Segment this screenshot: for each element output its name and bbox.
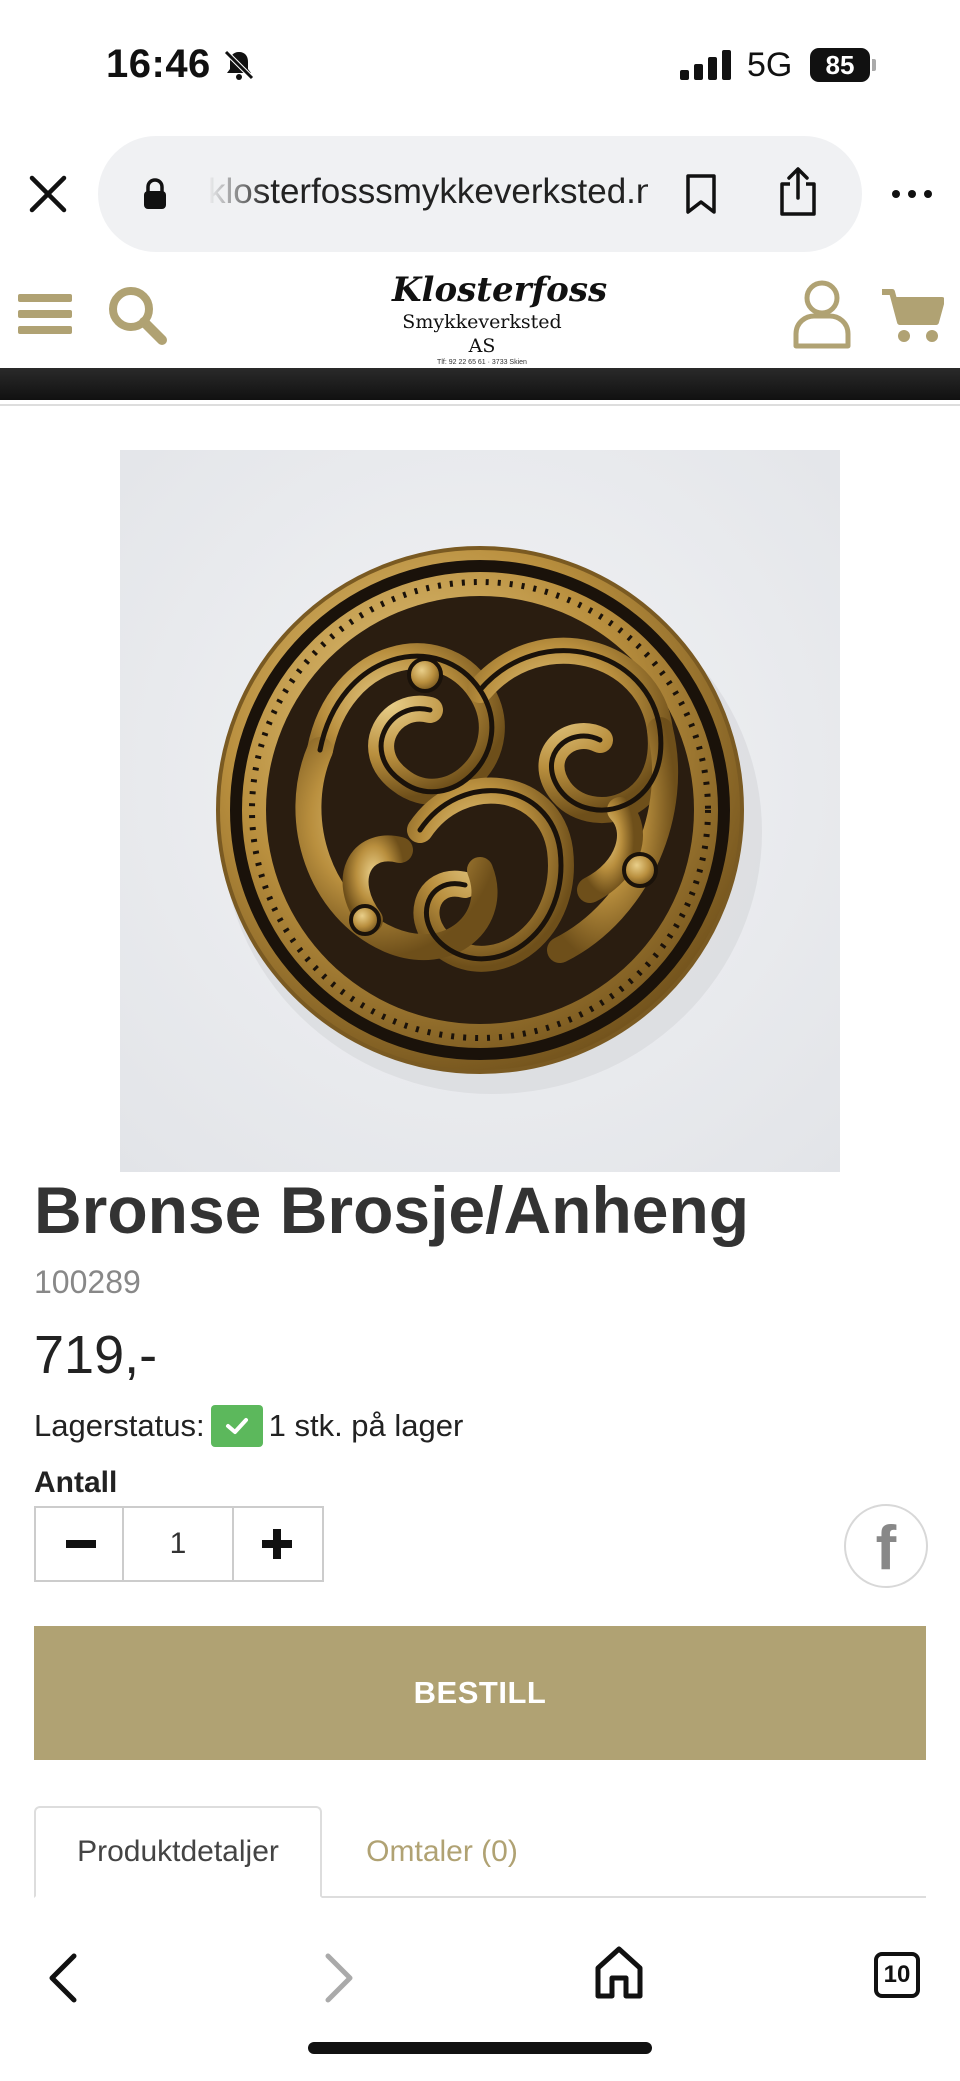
logo-contact-text: Tlf: 92 22 65 61 · 3733 Skien [437, 359, 527, 366]
order-button[interactable]: BESTILL [34, 1626, 926, 1760]
logo-sub-text: Smykkeverksted AS [402, 311, 562, 357]
stock-text: 1 stk. på lager [268, 1408, 464, 1443]
battery-tip [872, 59, 876, 71]
stock-status: Lagerstatus: 1 stk. på lager [34, 1404, 463, 1448]
url-text[interactable]: klosterfosssmykkeverksted.no [208, 172, 648, 212]
status-bar: 16:46 5G 85 [0, 0, 960, 130]
header-divider-line [0, 404, 960, 406]
check-icon [210, 1405, 263, 1447]
battery-icon: 85 [810, 48, 876, 82]
product-title: Bronse Brosje/Anheng [34, 1173, 750, 1247]
header-divider-band [0, 368, 960, 400]
more-options-icon[interactable] [890, 184, 934, 204]
quantity-increase-button[interactable] [234, 1508, 322, 1580]
bookmark-icon[interactable] [683, 172, 719, 216]
stock-label: Lagerstatus: [34, 1408, 205, 1443]
site-header: Klosterfoss Smykkeverksted AS Tlf: 92 22… [0, 262, 960, 366]
address-bar[interactable]: klosterfosssmykkeverksted.no [98, 136, 862, 252]
product-sku: 100289 [34, 1264, 141, 1300]
shopping-cart-icon[interactable] [882, 286, 944, 344]
tab-reviews[interactable]: Omtaler (0) [322, 1806, 562, 1898]
hamburger-menu-icon[interactable] [18, 290, 72, 338]
plus-icon [262, 1529, 292, 1559]
product-price: 719,- [34, 1325, 158, 1385]
site-logo[interactable]: Klosterfoss Smykkeverksted AS Tlf: 92 22… [392, 270, 608, 366]
tab-switcher-button[interactable]: 10 [874, 1952, 920, 1998]
bell-slash-icon [224, 50, 254, 80]
share-icon[interactable] [776, 166, 820, 218]
back-arrow-icon[interactable] [44, 1950, 80, 2006]
status-time: 16:46 [106, 42, 211, 86]
home-icon[interactable] [594, 1944, 644, 2000]
forward-arrow-icon[interactable] [322, 1950, 358, 2006]
close-icon[interactable] [26, 172, 70, 216]
browser-bottom-toolbar: 10 [0, 1900, 960, 2081]
facebook-icon: f [875, 1514, 897, 1583]
quantity-label: Antall [34, 1466, 118, 1499]
tab-product-details[interactable]: Produktdetaljer [34, 1806, 322, 1898]
search-icon[interactable] [106, 284, 168, 346]
brooch-illustration [120, 450, 840, 1172]
minus-icon [66, 1540, 96, 1548]
user-account-icon[interactable] [792, 278, 852, 350]
battery-level: 85 [810, 48, 870, 82]
home-indicator [308, 2042, 652, 2054]
cellular-signal-icon [680, 50, 731, 80]
lock-icon [144, 178, 166, 209]
network-type: 5G [747, 46, 793, 84]
facebook-share-button[interactable]: f [844, 1504, 928, 1588]
quantity-input[interactable]: 1 [124, 1508, 234, 1580]
product-image[interactable] [120, 450, 840, 1172]
quantity-stepper: 1 [34, 1506, 324, 1582]
quantity-decrease-button[interactable] [36, 1508, 124, 1580]
logo-main-text: Klosterfoss [392, 270, 608, 310]
